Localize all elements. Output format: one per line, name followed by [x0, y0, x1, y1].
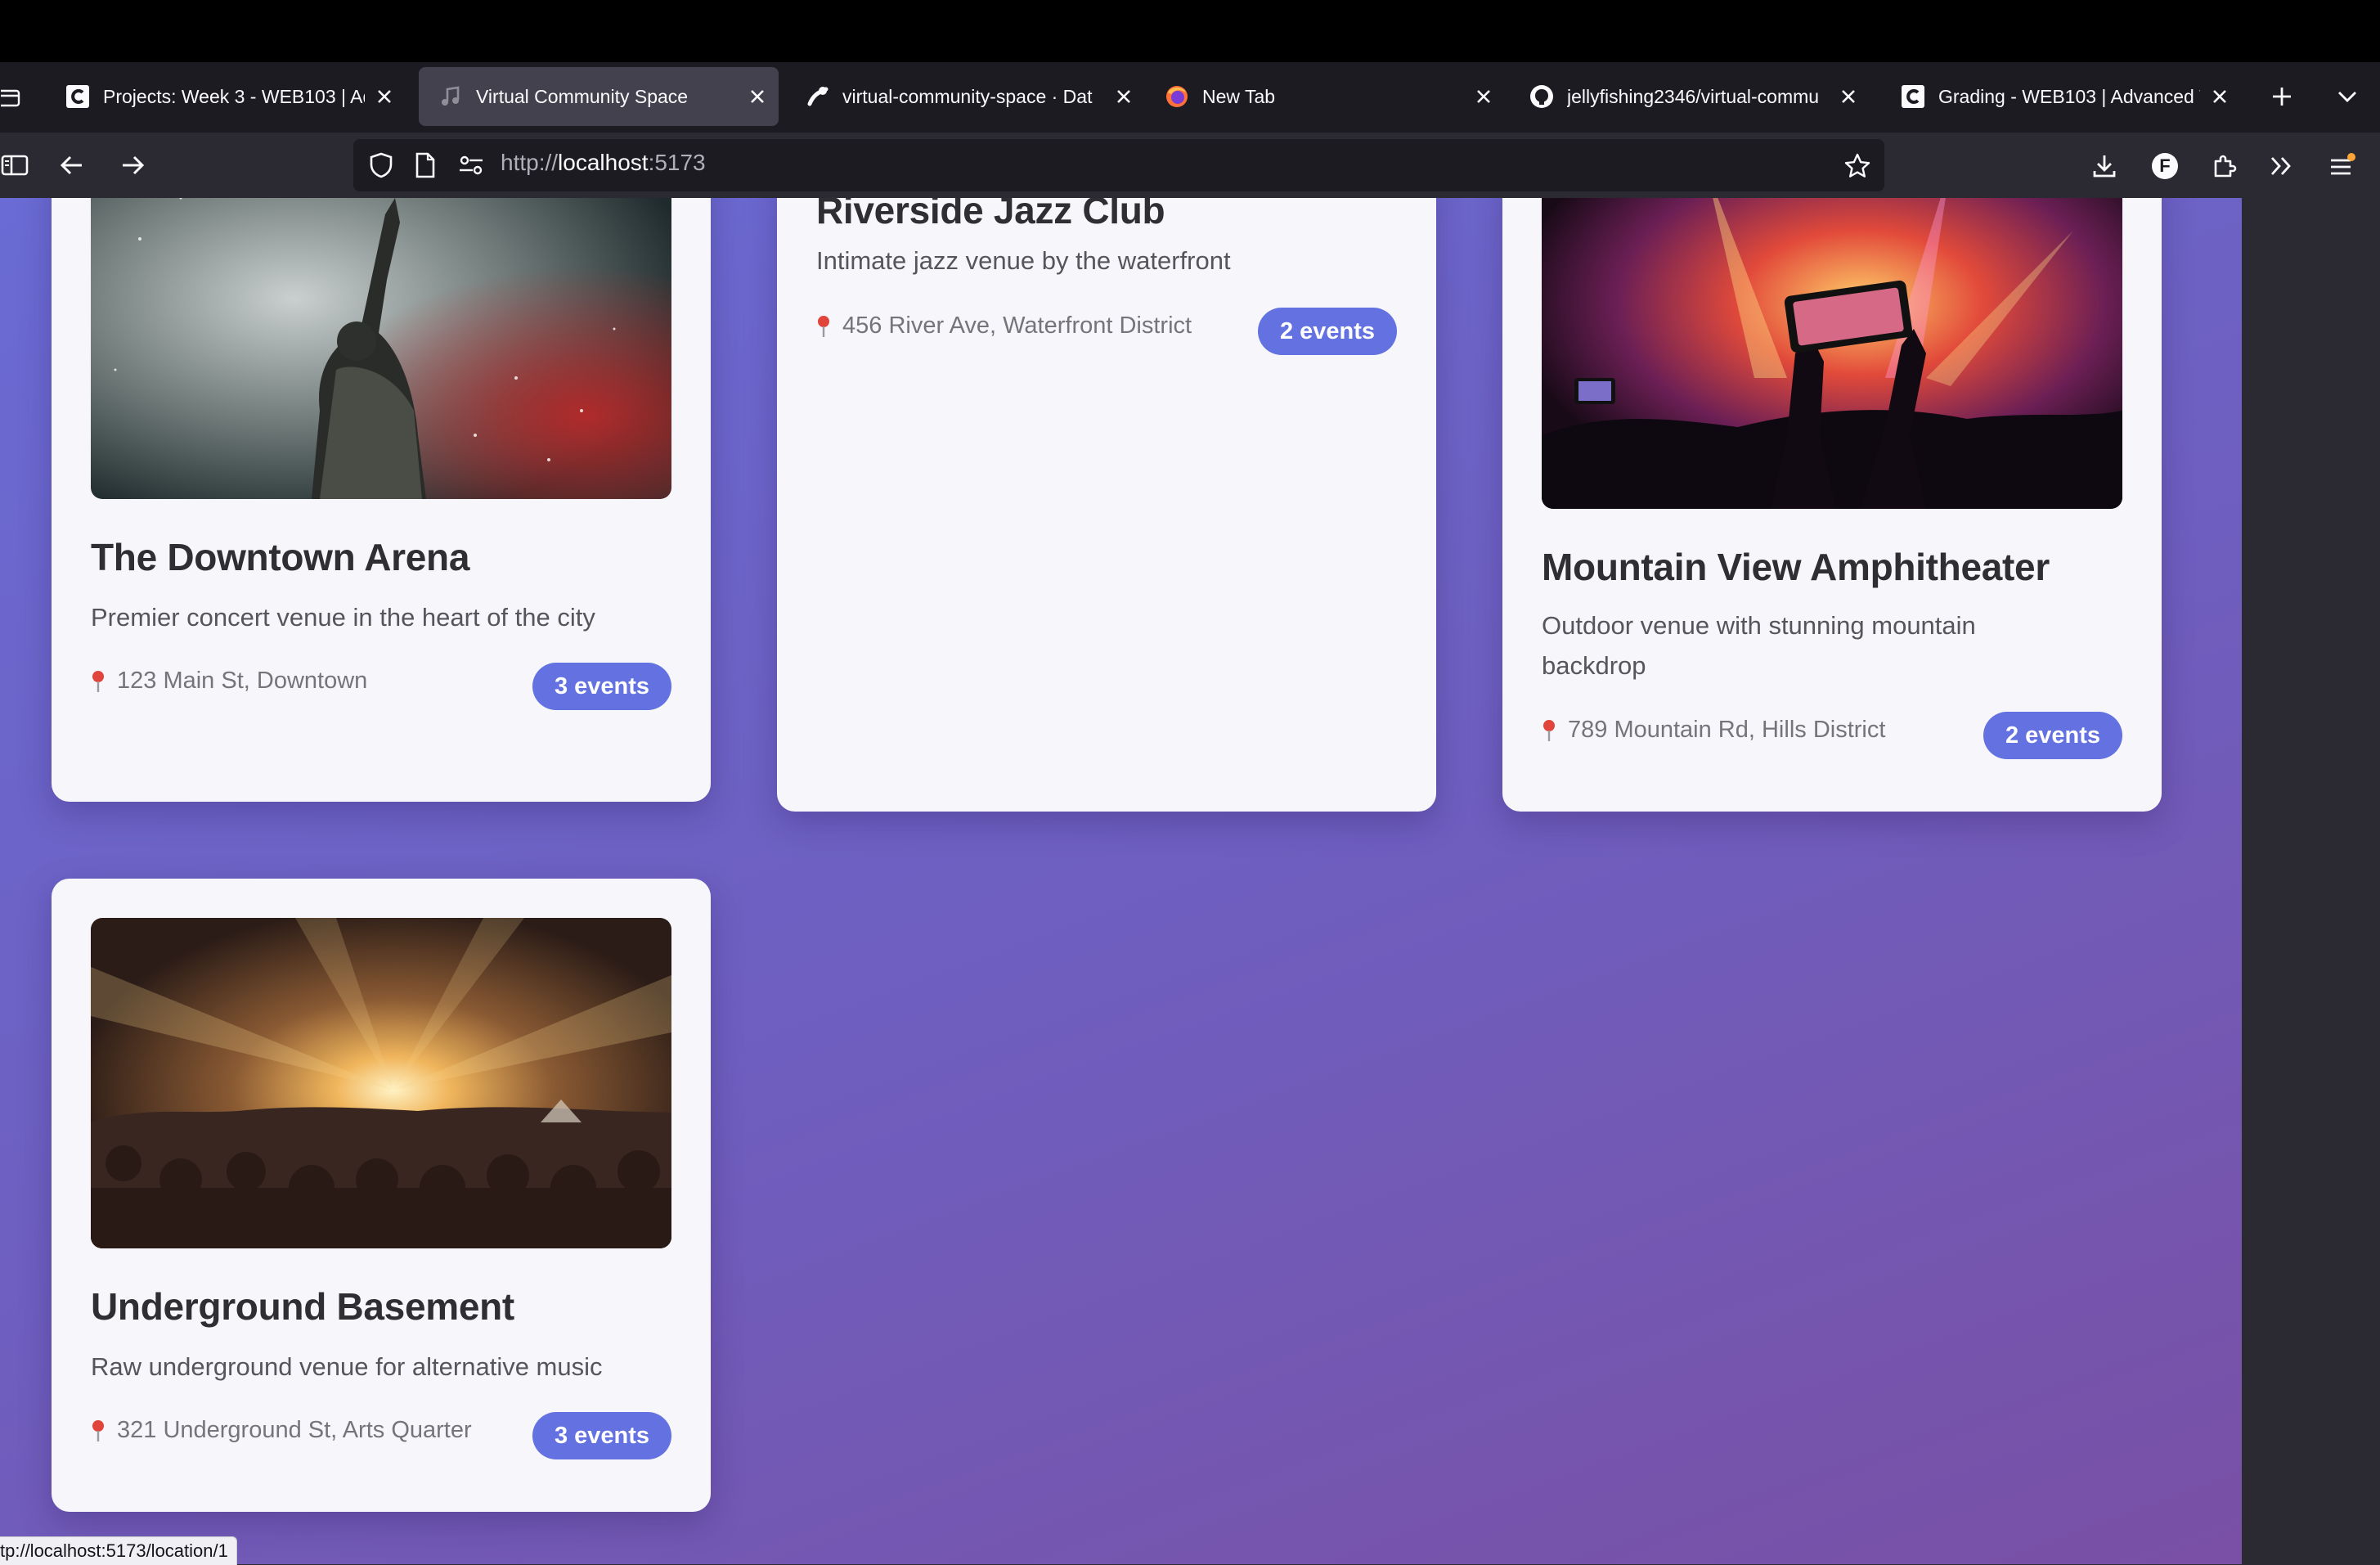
tab-overview-icon[interactable]	[0, 82, 23, 115]
forward-arrow-icon[interactable]	[115, 147, 150, 183]
venue-description: Intimate jazz venue by the waterfront	[816, 246, 1231, 275]
permissions-sliders-icon[interactable]	[455, 149, 487, 182]
codepath-icon	[65, 84, 90, 109]
location-pin-icon	[91, 1419, 106, 1442]
venue-description: Raw underground venue for alternative mu…	[91, 1352, 603, 1381]
close-icon[interactable]	[1834, 82, 1863, 111]
tab-title: Virtual Community Space	[476, 85, 689, 107]
venue-address: 456 River Ave, Waterfront District	[816, 313, 1192, 340]
venue-card-mountain-view-amphitheater[interactable]: Mountain View Amphitheater Outdoor venue…	[1502, 198, 2162, 812]
page-viewport: Riverside Jazz Club Intimate jazz venue …	[0, 198, 2242, 1564]
close-icon[interactable]	[2205, 82, 2234, 111]
list-all-tabs-chevron-down-icon[interactable]	[2328, 77, 2367, 116]
window-top-bar	[0, 0, 2380, 62]
venue-address-text: 321 Underground St, Arts Quarter	[117, 1417, 472, 1443]
tab-title: Grading - WEB103 | Advanced W	[1938, 85, 2200, 107]
concert-crowd-phones-image	[1542, 198, 2122, 509]
avatar-initial: F	[2159, 155, 2171, 176]
venue-card-riverside-jazz-club[interactable]: Riverside Jazz Club Intimate jazz venue …	[777, 198, 1436, 812]
tab-grading[interactable]: Grading - WEB103 | Advanced W	[1881, 67, 2241, 126]
location-pin-icon	[1542, 719, 1556, 742]
venue-title: The Downtown Arena	[91, 536, 470, 578]
url-port: :5173	[648, 150, 706, 175]
bookmark-star-icon[interactable]	[1840, 149, 1875, 183]
tab-title: jellyfishing2346/virtual-commu	[1567, 85, 1820, 107]
github-icon	[1529, 84, 1554, 109]
close-icon[interactable]	[1109, 82, 1138, 111]
concert-singer-image	[91, 198, 671, 499]
venue-image	[91, 918, 671, 1248]
venue-address: 321 Underground St, Arts Quarter	[91, 1417, 472, 1444]
browser-sidebar-panel	[2242, 198, 2380, 1564]
link-status-bar: tp://localhost:5173/location/1	[0, 1536, 237, 1565]
venue-address-text: 123 Main St, Downtown	[117, 668, 368, 694]
back-arrow-icon[interactable]	[54, 147, 90, 183]
tab-title: virtual-community-space · Dat	[842, 85, 1093, 107]
festival-crowd-image	[91, 918, 671, 1248]
location-pin-icon	[816, 315, 831, 338]
tab-projects-week3[interactable]: Projects: Week 3 - WEB103 | Ad	[46, 67, 406, 126]
downloads-icon[interactable]	[2087, 149, 2122, 183]
music-note-icon	[438, 84, 463, 109]
url-text[interactable]: http://localhost:5173	[501, 150, 706, 176]
venue-address-text: 789 Mountain Rd, Hills District	[1568, 717, 1886, 743]
firefox-icon	[1165, 84, 1189, 109]
venue-address: 123 Main St, Downtown	[91, 668, 367, 695]
url-host: localhost	[558, 150, 649, 175]
venue-address-text: 456 River Ave, Waterfront District	[842, 313, 1192, 339]
extensions-puzzle-icon[interactable]	[2207, 149, 2241, 183]
venue-description: Premier concert venue in the heart of th…	[91, 603, 595, 632]
events-count-badge[interactable]: 2 events	[1983, 712, 2122, 759]
events-count-badge[interactable]: 2 events	[1258, 308, 1397, 355]
venue-address: 789 Mountain Rd, Hills District	[1542, 717, 1885, 744]
venue-image	[1542, 198, 2122, 509]
close-icon[interactable]	[1469, 82, 1498, 111]
tab-virtual-community-space[interactable]: Virtual Community Space	[419, 67, 779, 126]
close-icon[interactable]	[370, 82, 399, 111]
tab-railway[interactable]: virtual-community-space · Dat	[785, 67, 1145, 126]
app-menu-icon[interactable]	[2324, 147, 2360, 183]
venue-image	[91, 198, 671, 499]
more-tools-chevrons-icon[interactable]	[2264, 149, 2298, 183]
tab-new-tab[interactable]: New Tab	[1145, 67, 1505, 126]
url-scheme: http://	[501, 150, 559, 175]
venue-card-downtown-arena[interactable]: The Downtown Arena Premier concert venue…	[52, 198, 711, 802]
tab-github[interactable]: jellyfishing2346/virtual-commu	[1510, 67, 1870, 126]
venue-title: Riverside Jazz Club	[816, 198, 1165, 232]
account-avatar[interactable]: F	[2148, 149, 2182, 183]
tracking-protection-shield-icon[interactable]	[365, 149, 397, 182]
close-icon[interactable]	[743, 82, 772, 111]
venue-title: Underground Basement	[91, 1285, 514, 1328]
venue-card-underground-basement[interactable]: Underground Basement Raw underground ven…	[52, 879, 711, 1512]
venue-description: Outdoor venue with stunning mountain bac…	[1542, 611, 1976, 680]
new-tab-plus-icon[interactable]	[2262, 77, 2301, 116]
events-count-badge[interactable]: 3 events	[532, 1412, 671, 1459]
page-info-document-icon[interactable]	[409, 149, 442, 182]
railway-icon	[805, 84, 829, 109]
tab-title: New Tab	[1202, 85, 1276, 107]
events-count-badge[interactable]: 3 events	[532, 663, 671, 710]
location-pin-icon	[91, 670, 106, 693]
venue-title: Mountain View Amphitheater	[1542, 546, 2050, 588]
codepath-icon	[1901, 84, 1925, 109]
tab-title: Projects: Week 3 - WEB103 | Ad	[103, 85, 365, 107]
sidebar-toggle-icon[interactable]	[0, 149, 29, 182]
